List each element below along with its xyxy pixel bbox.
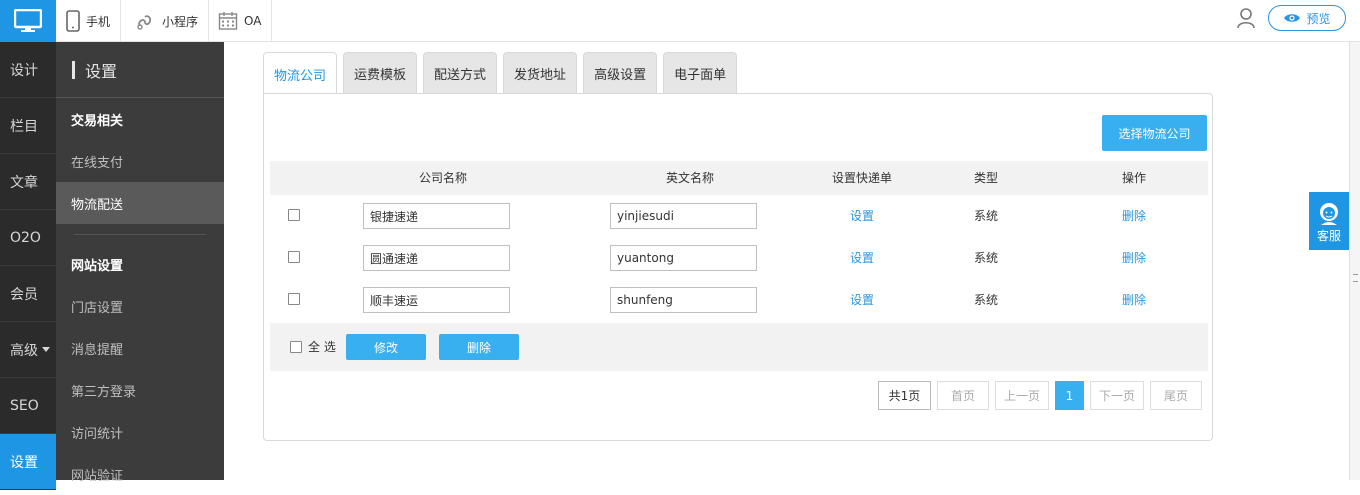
customer-service-label: 客服 <box>1316 229 1341 243</box>
header-company-name: 公司名称 <box>418 171 468 185</box>
top-tab-label: 手机 <box>86 14 111 29</box>
header-action: 操作 <box>1121 171 1147 185</box>
subnav-group-trade: 交易相关 <box>71 113 124 129</box>
nav-item-settings[interactable]: 设置 <box>0 434 56 490</box>
english-name-input[interactable] <box>610 203 757 229</box>
subnav-divider <box>74 234 206 235</box>
page-current[interactable]: 1 <box>1054 381 1084 410</box>
type-cell: 系统 <box>973 251 999 265</box>
nav-item-column[interactable]: 栏目 <box>0 98 56 154</box>
preview-label: 预览 <box>1306 11 1331 26</box>
row-checkbox[interactable] <box>288 251 300 263</box>
preview-button[interactable]: 预览 <box>1268 5 1346 31</box>
subnav-title-text: 设置 <box>85 61 118 81</box>
set-waybill-link[interactable]: 设置 <box>850 237 874 279</box>
caret-down-icon <box>42 347 50 352</box>
tab-electronic-waybill[interactable]: 电子面单 <box>663 52 738 94</box>
subnav-item-analytics[interactable]: 访问统计 <box>56 411 224 453</box>
tab-delivery-method[interactable]: 配送方式 <box>423 52 498 94</box>
subnav-item-online-payment[interactable]: 在线支付 <box>56 140 224 182</box>
eye-icon <box>1284 14 1301 22</box>
settings-tabs: 物流公司 运费模板 配送方式 发货地址 高级设置 电子面单 <box>263 52 738 95</box>
type-cell: 系统 <box>973 209 999 223</box>
phone-icon <box>66 10 80 32</box>
edit-button[interactable]: 修改 <box>346 334 426 360</box>
subnav-item-notification[interactable]: 消息提醒 <box>56 327 224 369</box>
subnav-item-third-login[interactable]: 第三方登录 <box>56 369 224 411</box>
select-all-checkbox[interactable] <box>290 341 302 353</box>
english-name-input[interactable] <box>610 245 757 271</box>
delete-link[interactable]: 删除 <box>1122 195 1146 237</box>
tab-advanced-settings[interactable]: 高级设置 <box>583 52 658 94</box>
table-row: 设置 系统 删除 <box>270 237 1208 279</box>
top-tab-label: 小程序 <box>162 14 199 29</box>
secondary-nav: 设置 交易相关 在线支付 物流配送 网站设置 门店设置 消息提醒 第三方登录 访… <box>56 42 224 484</box>
delete-link[interactable]: 删除 <box>1122 237 1146 279</box>
header-english-name: 英文名称 <box>665 171 715 185</box>
set-waybill-link[interactable]: 设置 <box>850 195 874 237</box>
top-tab-mini-program[interactable]: 小程序 <box>126 0 210 42</box>
table-footer: 全 选 修改 删除 <box>270 323 1208 371</box>
customer-service-icon <box>1320 203 1338 225</box>
calendar-icon <box>218 12 238 30</box>
monitor-logo-icon[interactable] <box>0 0 56 42</box>
tab-logistics-company[interactable]: 物流公司 <box>263 52 338 95</box>
select-logistics-company-button[interactable]: 选择物流公司 <box>1102 115 1207 151</box>
nav-item-article[interactable]: 文章 <box>0 154 56 210</box>
set-waybill-link[interactable]: 设置 <box>850 279 874 321</box>
table-row: 设置 系统 删除 <box>270 195 1208 237</box>
subnav-item-logistics[interactable]: 物流配送 <box>56 182 224 224</box>
subnav-title: 设置 <box>56 42 224 98</box>
company-name-input[interactable] <box>363 287 510 313</box>
vertical-scrollbar[interactable] <box>1349 42 1360 480</box>
top-bar: 手机 小程序 OA 预览 <box>0 0 1360 42</box>
select-all-label[interactable]: 全 选 <box>308 323 336 371</box>
user-icon[interactable] <box>1236 7 1256 33</box>
subnav-item-verification[interactable]: 网站验证 <box>56 453 224 495</box>
company-name-input[interactable] <box>363 245 510 271</box>
top-tab-phone[interactable]: 手机 <box>56 0 122 42</box>
row-checkbox[interactable] <box>288 293 300 305</box>
nav-item-design[interactable]: 设计 <box>0 42 56 98</box>
top-tab-oa[interactable]: OA <box>208 0 273 42</box>
page-total: 共1页 <box>877 381 931 410</box>
company-name-input[interactable] <box>363 203 510 229</box>
tab-shipping-address[interactable]: 发货地址 <box>503 52 578 94</box>
nav-item-label: 高级 <box>10 342 38 359</box>
nav-item-member[interactable]: 会员 <box>0 266 56 322</box>
page-prev-button[interactable]: 上一页 <box>994 381 1049 410</box>
nav-item-o2o[interactable]: O2O <box>0 210 56 266</box>
top-tab-label: OA <box>244 14 262 28</box>
tab-freight-template[interactable]: 运费模板 <box>343 52 418 94</box>
scrollbar-grip[interactable] <box>1353 274 1358 282</box>
row-checkbox[interactable] <box>288 209 300 221</box>
header-waybill: 设置快递单 <box>831 171 893 185</box>
english-name-input[interactable] <box>610 287 757 313</box>
nav-item-seo[interactable]: SEO <box>0 378 56 434</box>
customer-service-button[interactable]: 客服 <box>1309 192 1349 250</box>
table-header: 公司名称 英文名称 设置快递单 类型 操作 <box>270 161 1208 195</box>
subnav-group-site: 网站设置 <box>71 258 124 274</box>
title-bar-decoration <box>72 60 75 79</box>
type-cell: 系统 <box>973 293 999 307</box>
header-type: 类型 <box>973 171 999 185</box>
primary-nav: 设计 栏目 文章 O2O 会员 高级 SEO 设置 <box>0 42 56 490</box>
page-next-button[interactable]: 下一页 <box>1089 381 1144 410</box>
logistics-panel: 选择物流公司 公司名称 英文名称 设置快递单 类型 操作 设置 系统 删除 设置… <box>263 93 1213 441</box>
bulk-delete-button[interactable]: 删除 <box>439 334 519 360</box>
subnav-item-store[interactable]: 门店设置 <box>56 285 224 327</box>
table-row: 设置 系统 删除 <box>270 279 1208 321</box>
pagination: 共1页 首页 上一页 1 下一页 尾页 <box>877 381 1202 410</box>
delete-link[interactable]: 删除 <box>1122 279 1146 321</box>
nav-item-advanced[interactable]: 高级 <box>0 322 56 378</box>
page-last-button[interactable]: 尾页 <box>1150 381 1202 410</box>
mini-program-icon <box>137 15 152 30</box>
page-first-button[interactable]: 首页 <box>936 381 989 410</box>
